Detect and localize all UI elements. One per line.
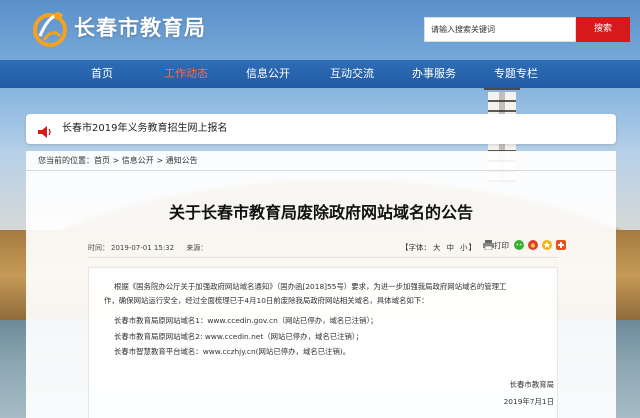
site-header: 长春市教育局 请输入搜索关键词 搜索: [0, 0, 640, 60]
nav-item-home[interactable]: 首页: [62, 60, 142, 88]
qzone-share-icon[interactable]: [542, 240, 552, 252]
nav-item-services[interactable]: 办事服务: [394, 60, 474, 88]
domain-line-3: 长春市智慧教育平台域名：www.cczhjy.cn(网站已停办，域名已注销)。: [114, 347, 351, 356]
article-title: 关于长春市教育局废除政府网站域名的公告: [168, 203, 473, 222]
wechat-share-icon[interactable]: [514, 240, 524, 252]
more-share-icon[interactable]: [556, 240, 566, 252]
breadcrumb-separator: >: [110, 156, 122, 165]
notice-link[interactable]: 长春市2019年义务教育招生网上报名: [62, 114, 227, 144]
font-label: 【字体：: [401, 243, 431, 252]
nav-item-interaction[interactable]: 互动交流: [312, 60, 392, 88]
divider: [88, 257, 558, 258]
breadcrumb-prefix: 您当前的位置：: [38, 156, 94, 165]
article-paragraph-continued: 作，确保网站运行安全，经过全面梳理已于4月10日前废除我局政府网站相关域名，具体…: [104, 296, 429, 305]
breadcrumb-item-info[interactable]: 信息公开: [122, 156, 154, 165]
site-title[interactable]: 长春市教育局: [74, 12, 206, 42]
print-icon[interactable]: [483, 240, 494, 252]
time-label: 时间：: [88, 244, 109, 252]
publish-time: 2019-07-01 15:32: [111, 244, 175, 252]
speaker-icon: [38, 123, 52, 138]
breadcrumb: 您当前的位置：首页 > 信息公开 > 通知公告: [38, 155, 198, 166]
nav-item-topics[interactable]: 专题专栏: [476, 60, 556, 88]
signature-date: 2019年7月1日: [503, 397, 554, 406]
nav-item-info-public[interactable]: 信息公开: [228, 60, 308, 88]
logo-icon[interactable]: [30, 6, 70, 50]
notice-bar: 长春市2019年义务教育招生网上报名: [26, 114, 616, 144]
share-tools: 打印: [483, 240, 566, 252]
divider: [26, 170, 616, 171]
main-nav: 首页 工作动态 信息公开 互动交流 办事服务 专题专栏: [0, 60, 640, 88]
article-meta: 时间： 2019-07-01 15:32 来源：: [88, 243, 207, 253]
font-close: 】: [468, 243, 477, 252]
domain-line-2: 长春市教育局原网站域名2: www.ccedin.net（网站已停办，域名已注销…: [114, 332, 363, 341]
font-large-button[interactable]: 大: [433, 243, 441, 252]
weibo-share-icon[interactable]: [528, 240, 538, 252]
font-medium-button[interactable]: 中: [447, 243, 455, 252]
article-paragraph: 根据《国务院办公厅关于加强政府网站域名通知》（国办函[2018]55号）要求，为…: [114, 282, 507, 291]
breadcrumb-item-home[interactable]: 首页: [94, 156, 110, 165]
font-small-button[interactable]: 小: [460, 243, 468, 252]
font-size-selector: 【字体：大中小】: [401, 242, 482, 253]
nav-item-work-news[interactable]: 工作动态: [146, 60, 226, 88]
content-panel: 您当前的位置：首页 > 信息公开 > 通知公告 关于长春市教育局废除政府网站域名…: [26, 151, 616, 418]
search-button[interactable]: 搜索: [576, 17, 630, 42]
print-button[interactable]: 打印: [494, 241, 509, 250]
breadcrumb-item-notice[interactable]: 通知公告: [166, 156, 198, 165]
breadcrumb-separator: >: [153, 156, 166, 165]
search-input[interactable]: 请输入搜索关键词: [424, 17, 576, 42]
signature: 长春市教育局: [509, 380, 554, 389]
source-label: 来源：: [186, 244, 208, 252]
domain-line-1: 长春市教育局原网站域名1：www.ccedin.gov.cn（网站已停办，域名已…: [114, 316, 378, 325]
